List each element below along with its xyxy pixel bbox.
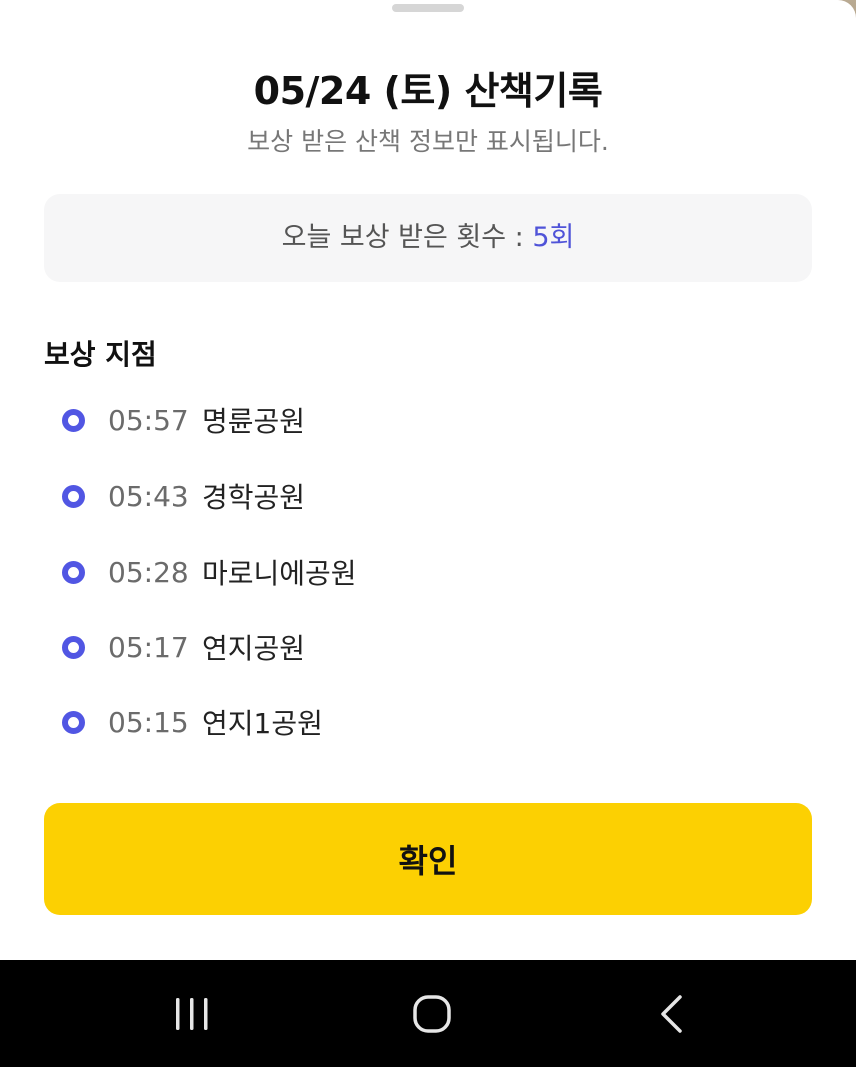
- list-item: 05:57 명륜공원: [62, 400, 305, 440]
- reward-place: 연지1공원: [202, 707, 323, 740]
- back-button[interactable]: [612, 960, 732, 1067]
- location-dot-icon: [62, 710, 85, 734]
- location-dot-icon: [62, 635, 85, 659]
- reward-time: 05:57: [108, 403, 189, 437]
- reward-place: 연지공원: [202, 632, 306, 665]
- sheet-title: 05/24 (토) 산책기록: [253, 69, 603, 113]
- reward-count-value: 5회: [532, 222, 575, 253]
- back-icon: [661, 994, 682, 1033]
- list-item: 05:43 경학공원: [62, 476, 305, 516]
- reward-count-label: 오늘 보상 받은 횟수 :: [281, 222, 533, 253]
- sheet-drag-handle[interactable]: [392, 4, 464, 12]
- reward-count-box: 오늘 보상 받은 횟수 : 5회: [44, 194, 812, 282]
- sheet-subtitle: 보상 받은 산책 정보만 표시됩니다.: [247, 127, 609, 156]
- reward-time: 05:15: [108, 705, 189, 739]
- walk-record-sheet: 05/24 (토) 산책기록 보상 받은 산책 정보만 표시됩니다. 오늘 보상…: [0, 0, 856, 960]
- confirm-button[interactable]: 확인: [44, 803, 812, 915]
- location-dot-icon: [62, 560, 85, 584]
- list-item: 05:17 연지공원: [62, 627, 305, 667]
- reward-time: 05:17: [108, 630, 189, 664]
- system-navigation-bar: [0, 960, 856, 1067]
- list-item: 05:15 연지1공원: [62, 702, 323, 742]
- location-dot-icon: [62, 484, 85, 508]
- list-item: 05:28 마로니에공원: [62, 552, 357, 592]
- reward-place: 명륜공원: [202, 405, 306, 438]
- home-icon: [413, 994, 451, 1033]
- recent-apps-icon: [176, 997, 208, 1030]
- reward-place: 경학공원: [202, 481, 306, 514]
- reward-time: 05:28: [108, 555, 189, 589]
- location-dot-icon: [62, 408, 85, 432]
- reward-place: 마로니에공원: [202, 557, 357, 590]
- home-button[interactable]: [372, 960, 492, 1067]
- recent-apps-button[interactable]: [132, 960, 252, 1067]
- reward-points-heading: 보상 지점: [44, 338, 157, 371]
- reward-time: 05:43: [108, 479, 189, 513]
